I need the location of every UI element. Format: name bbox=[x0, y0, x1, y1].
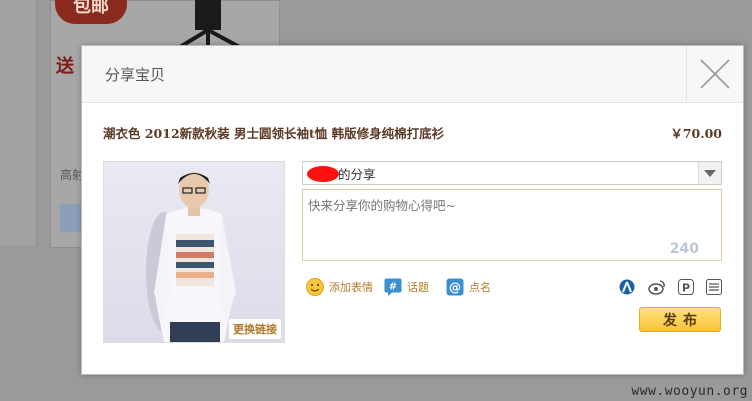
change-link[interactable]: 更换链接 bbox=[229, 319, 281, 339]
tripod-image bbox=[173, 0, 246, 50]
publish-button[interactable]: 发布 bbox=[639, 307, 721, 332]
product-photo: 更换链接 bbox=[103, 161, 285, 343]
gift-label: 送 bbox=[56, 56, 74, 77]
topic-button[interactable]: # 话题 bbox=[384, 277, 429, 297]
svg-text:@: @ bbox=[449, 281, 461, 295]
at-icon: @ bbox=[446, 278, 464, 296]
dialog-header: 分享宝贝 bbox=[82, 46, 743, 103]
product-price: ￥70.00 bbox=[670, 126, 722, 141]
close-button[interactable] bbox=[686, 46, 743, 102]
kaixin-icon[interactable] bbox=[706, 279, 722, 295]
svg-text:#: # bbox=[389, 282, 397, 293]
renren-icon[interactable] bbox=[619, 279, 635, 295]
share-target-select[interactable]: 的分享 bbox=[302, 161, 722, 185]
svg-text:P: P bbox=[682, 282, 690, 295]
weibo-icon[interactable] bbox=[648, 279, 666, 295]
redacted-username bbox=[307, 166, 339, 182]
add-emoji-label: 添加表情 bbox=[329, 281, 373, 294]
share-comment-box: 240 bbox=[302, 189, 722, 262]
share-dialog: 分享宝贝 潮衣色 2012新款秋装 男士圆领长袖t恤 韩版修身纯棉打底衫 ￥70… bbox=[81, 45, 744, 375]
chevron-down-icon[interactable] bbox=[698, 162, 721, 184]
share-target-label: 的分享 bbox=[338, 167, 376, 182]
pengyou-icon[interactable]: P bbox=[678, 279, 694, 295]
free-shipping-badge: 包邮 bbox=[55, 0, 127, 24]
char-counter: 240 bbox=[669, 241, 699, 257]
hashtag-icon: # bbox=[384, 278, 402, 296]
add-emoji-button[interactable]: 添加表情 bbox=[306, 277, 373, 297]
watermark: www.wooyun.org bbox=[631, 384, 748, 399]
dialog-title: 分享宝贝 bbox=[105, 66, 166, 84]
mention-label: 点名 bbox=[469, 281, 491, 294]
close-icon bbox=[700, 59, 730, 89]
background-left-panel bbox=[0, 0, 37, 246]
smiley-icon bbox=[306, 278, 324, 296]
share-comment-input[interactable] bbox=[303, 190, 721, 262]
mention-button[interactable]: @ 点名 bbox=[446, 277, 491, 297]
product-title: 潮衣色 2012新款秋装 男士圆领长袖t恤 韩版修身纯棉打底衫 bbox=[103, 126, 445, 141]
topic-label: 话题 bbox=[407, 281, 429, 294]
model-image bbox=[146, 172, 236, 342]
